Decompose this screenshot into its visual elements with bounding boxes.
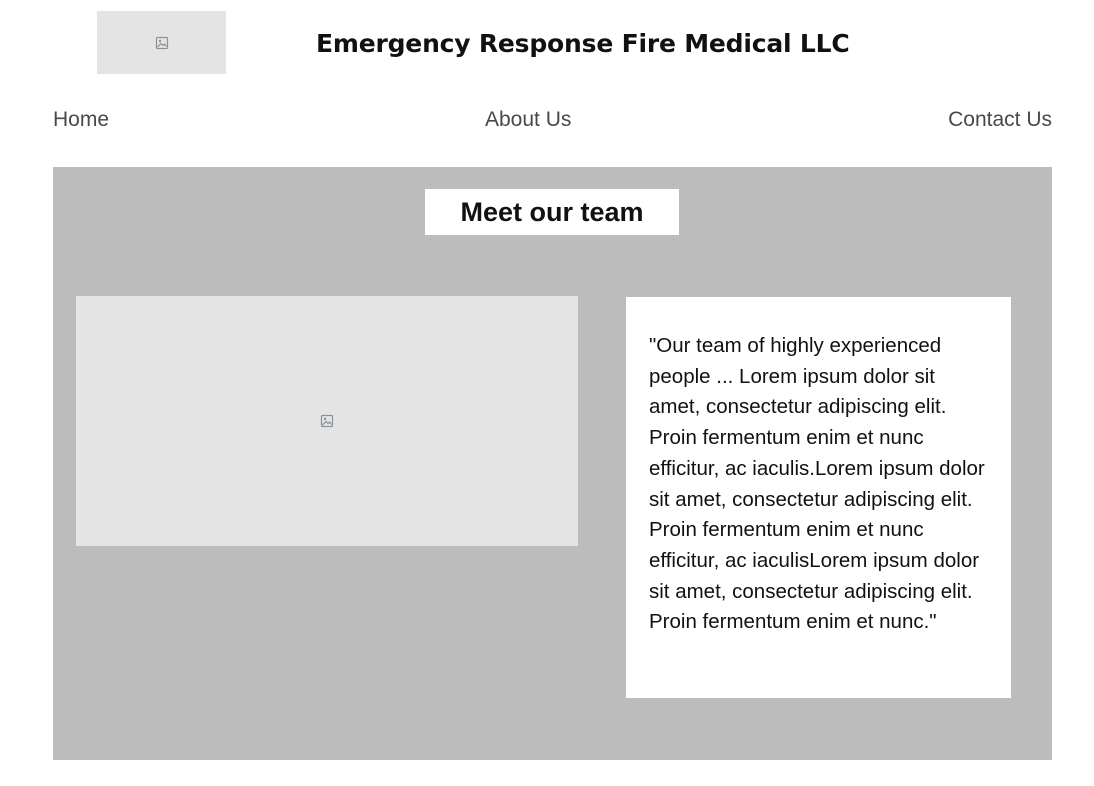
quote-card: "Our team of highly experienced people .…	[626, 297, 1011, 698]
image-placeholder-icon	[155, 36, 168, 49]
site-title: Emergency Response Fire Medical LLC	[316, 29, 850, 58]
team-section: Meet our team "Our team of highly experi…	[53, 167, 1052, 760]
team-photo	[76, 296, 578, 546]
nav-link-about-us[interactable]: About Us	[485, 106, 571, 134]
team-quote: "Our team of highly experienced people .…	[649, 334, 985, 634]
section-heading: Meet our team	[460, 196, 644, 227]
image-placeholder-icon	[320, 414, 334, 428]
page: Emergency Response Fire Medical LLC Home…	[0, 0, 1094, 786]
section-heading-box: Meet our team	[425, 189, 679, 235]
nav-link-home[interactable]: Home	[53, 106, 109, 134]
logo-image	[97, 11, 226, 74]
nav-link-contact-us[interactable]: Contact Us	[948, 106, 1052, 134]
